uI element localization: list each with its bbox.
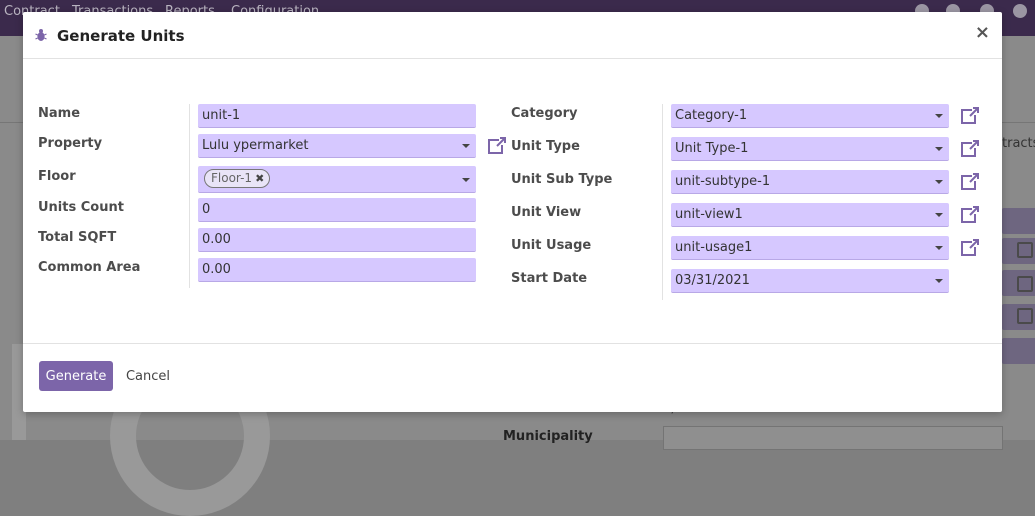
unit-type-select[interactable]: Unit Type-1 [671,137,949,161]
unit-usage-select[interactable]: unit-usage1 [671,236,949,260]
external-link-icon[interactable] [960,239,980,257]
name-input[interactable]: unit-1 [198,104,476,128]
cancel-button[interactable]: Cancel [119,361,177,391]
units-count-label: Units Count [38,200,124,215]
remove-tag-icon[interactable]: ✖ [255,170,264,187]
chevron-down-icon [935,147,943,151]
unit-view-select[interactable]: unit-view1 [671,203,949,227]
close-icon[interactable]: × [975,24,990,42]
property-select[interactable]: Lulu ypermarket [198,134,476,158]
floor-many2many[interactable]: Floor-1 ✖ [198,166,476,193]
name-label: Name [38,106,81,121]
background-field [1002,338,1035,364]
left-column-separator [189,104,190,288]
category-value: Category-1 [675,108,748,123]
start-date-picker[interactable]: 03/31/2021 [671,269,949,293]
unit-view-label: Unit View [511,205,582,220]
property-label: Property [38,136,103,151]
common-area-label: Common Area [38,260,141,275]
start-date-label: Start Date [511,271,588,286]
external-link-icon[interactable] [960,206,980,224]
property-value: Lulu ypermarket [202,138,309,153]
contracts-smart-button[interactable]: tracts [1002,136,1035,151]
start-date-value: 03/31/2021 [675,273,750,288]
chevron-down-icon [935,114,943,118]
municipality-label: Municipality [503,429,593,444]
floor-label: Floor [38,169,76,184]
unit-type-label: Unit Type [511,139,580,154]
chevron-down-icon [935,180,943,184]
dialog-title: Generate Units [57,27,185,45]
chevron-down-icon [462,144,470,148]
right-column-separator [662,104,663,300]
unit-sub-type-value: unit-subtype-1 [675,174,771,189]
dialog-body: Name Property Floor Units Count Total SQ… [23,60,1002,343]
unit-sub-type-select[interactable]: unit-subtype-1 [671,170,949,194]
units-count-input[interactable]: 0 [198,198,476,222]
generate-button[interactable]: Generate [39,361,113,391]
external-link-icon[interactable] [960,173,980,191]
total-sqft-label: Total SQFT [38,230,117,245]
unit-usage-value: unit-usage1 [675,240,753,255]
background-external-link-icon [1017,308,1033,324]
external-link-icon[interactable] [960,140,980,158]
background-external-link-icon [1017,242,1033,258]
unit-view-value: unit-view1 [675,207,743,222]
common-area-input[interactable]: 0.00 [198,258,476,282]
chevron-down-icon [462,178,470,182]
chevron-down-icon [935,213,943,217]
unit-type-value: Unit Type-1 [675,141,749,156]
external-link-icon[interactable] [960,107,980,125]
dialog-footer: Generate Cancel [23,343,1002,412]
municipality-input [663,426,1003,450]
unit-sub-type-label: Unit Sub Type [511,172,613,187]
category-select[interactable]: Category-1 [671,104,949,128]
bug-icon [35,29,47,41]
unit-usage-label: Unit Usage [511,238,592,253]
floor-tag: Floor-1 ✖ [204,169,271,188]
background-field [1002,208,1035,234]
background-external-link-icon [1017,276,1033,292]
floor-tag-label: Floor-1 [211,171,253,185]
dialog-header: Generate Units × [23,12,1002,59]
generate-units-dialog: Generate Units × Name Property Floor Uni… [23,12,1002,412]
external-link-icon[interactable] [487,137,507,155]
category-label: Category [511,106,578,121]
total-sqft-input[interactable]: 0.00 [198,228,476,252]
gift-icon[interactable] [1013,4,1027,18]
chevron-down-icon [935,246,943,250]
chevron-down-icon [935,279,943,283]
